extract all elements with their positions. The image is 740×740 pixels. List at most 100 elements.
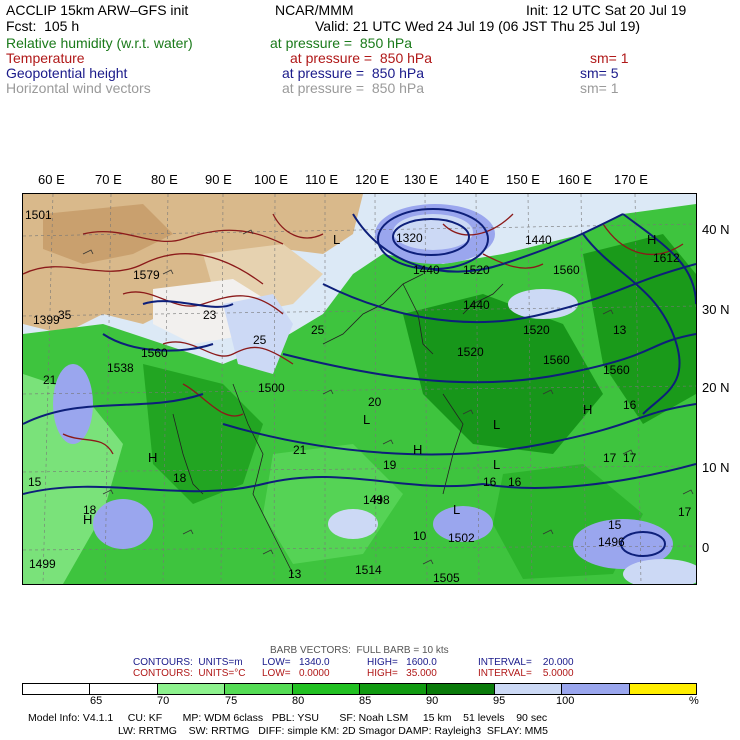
model-info-1: Model Info: V4.1.1 CU: KF MP: WDM 6class… [28, 712, 548, 724]
humidity-colorbar [22, 683, 697, 695]
field-temp-smooth: sm= 1 [590, 50, 629, 66]
field-wind-pressure: at pressure = 850 hPa [282, 80, 425, 96]
field-wind-name: Horizontal wind vectors [6, 80, 151, 96]
height-label: 1560 [553, 263, 580, 277]
height-label: 1496 [598, 535, 625, 549]
temp-label: 13 [288, 567, 302, 581]
low-marker: L [453, 502, 460, 517]
field-temp-pressure: at pressure = 850 hPa [290, 50, 433, 66]
temp-label: 16 [623, 398, 637, 412]
valid-time: Valid: 21 UTC Wed 24 Jul 19 (06 JST Thu … [315, 18, 641, 34]
height-label: 1520 [523, 323, 550, 337]
temp-label: 35 [58, 308, 72, 322]
lon-label: 160 E [558, 172, 592, 187]
height-label: 1501 [25, 208, 52, 222]
field-height-smooth: sm= 5 [580, 65, 619, 81]
contour-temp-high: HIGH= 35.000 [367, 668, 437, 679]
high-marker: H [647, 232, 656, 247]
height-label: 1579 [133, 268, 160, 282]
colorbar-tick: 95 [493, 695, 506, 707]
model-info-2: LW: RRTMG SW: RRTMG DIFF: simple KM: 2D … [118, 725, 549, 737]
colorbar-segment [23, 684, 91, 694]
colorbar-unit: % [689, 695, 699, 707]
lon-label: 170 E [614, 172, 648, 187]
height-label: 1560 [603, 363, 630, 377]
barb-legend: BARB VECTORS: FULL BARB = 10 kts [270, 645, 449, 656]
contour-temp-units: CONTOURS: UNITS=°C [133, 668, 246, 679]
height-label: 1440 [463, 298, 490, 312]
height-label: 1320 [396, 231, 423, 245]
height-label: 1560 [141, 346, 168, 360]
field-height-name: Geopotential height [6, 65, 128, 81]
lat-label: 20 N [702, 380, 730, 395]
contour-height-interval: INTERVAL= 20.000 [478, 657, 574, 668]
temp-label: 21 [43, 373, 57, 387]
field-height-pressure: at pressure = 850 hPa [282, 65, 425, 81]
height-label: 1520 [463, 263, 490, 277]
init-time: Init: 12 UTC Sat 20 Jul 19 [526, 2, 687, 18]
field-temp-name: Temperature [6, 50, 85, 66]
temp-label: 25 [253, 333, 267, 347]
colorbar-segment [157, 684, 226, 694]
temp-label: 13 [613, 323, 627, 337]
colorbar-tick: 65 [90, 695, 103, 707]
low-marker: L [333, 232, 340, 247]
forecast-hour: Fcst: 105 h [6, 18, 80, 34]
colorbar-tick: 100 [556, 695, 575, 707]
contour-temp-interval: INTERVAL= 5.0000 [478, 668, 574, 679]
weather-map: 1501 1579 1399 1560 1538 1500 1320 1440 … [22, 193, 697, 585]
high-marker: H [83, 512, 92, 527]
colorbar-tick: 90 [426, 695, 439, 707]
temp-label: 20 [368, 395, 382, 409]
high-marker: H [583, 402, 592, 417]
high-marker: H [373, 492, 382, 507]
colorbar-segment [225, 684, 293, 694]
height-label: 1538 [107, 361, 134, 375]
temp-label: 19 [383, 458, 397, 472]
lon-label: 80 E [151, 172, 178, 187]
colorbar-segment [562, 684, 630, 694]
organization: NCAR/MMM [275, 2, 354, 18]
temp-label: 17 [623, 451, 637, 465]
colorbar-segment [90, 684, 158, 694]
lon-label: 150 E [506, 172, 540, 187]
lat-label: 40 N [702, 222, 730, 237]
contour-height-units: CONTOURS: UNITS=m [133, 657, 243, 668]
temp-label: 21 [293, 443, 307, 457]
temp-label: 17 [678, 505, 692, 519]
temp-label: 10 [413, 529, 427, 543]
colorbar-tick: 70 [157, 695, 170, 707]
colorbar-tick: 85 [359, 695, 372, 707]
height-label: 1440 [525, 233, 552, 247]
height-label: 1399 [33, 313, 60, 327]
contour-height-low: LOW= 1340.0 [262, 657, 330, 668]
height-label: 1612 [653, 251, 680, 265]
height-label: 1500 [258, 381, 285, 395]
lon-label: 70 E [95, 172, 122, 187]
colorbar-segment [427, 684, 495, 694]
temp-label: 18 [173, 471, 187, 485]
high-marker: H [148, 450, 157, 465]
height-label: 1499 [29, 557, 56, 571]
contour-temp-low: LOW= 0.0000 [262, 668, 330, 679]
colorbar-segment [292, 684, 361, 694]
low-marker: L [493, 457, 500, 472]
temp-label: 23 [203, 308, 217, 322]
lon-label: 120 E [355, 172, 389, 187]
field-rh-pressure: at pressure = 850 hPa [270, 35, 413, 51]
lat-label: 30 N [702, 302, 730, 317]
height-label: 1514 [355, 563, 382, 577]
lon-label: 60 E [38, 172, 65, 187]
temp-label: 15 [28, 475, 42, 489]
temp-label: 15 [608, 518, 622, 532]
height-label: 1502 [448, 531, 475, 545]
lat-label: 0 [702, 540, 710, 555]
map-canvas: 1501 1579 1399 1560 1538 1500 1320 1440 … [23, 194, 696, 584]
lon-label: 100 E [254, 172, 288, 187]
field-wind-smooth: sm= 1 [580, 80, 619, 96]
lon-label: 130 E [404, 172, 438, 187]
field-rh-name: Relative humidity (w.r.t. water) [6, 35, 193, 51]
lon-label: 110 E [305, 172, 339, 187]
height-label: 1560 [543, 353, 570, 367]
contour-height-high: HIGH= 1600.0 [367, 657, 437, 668]
